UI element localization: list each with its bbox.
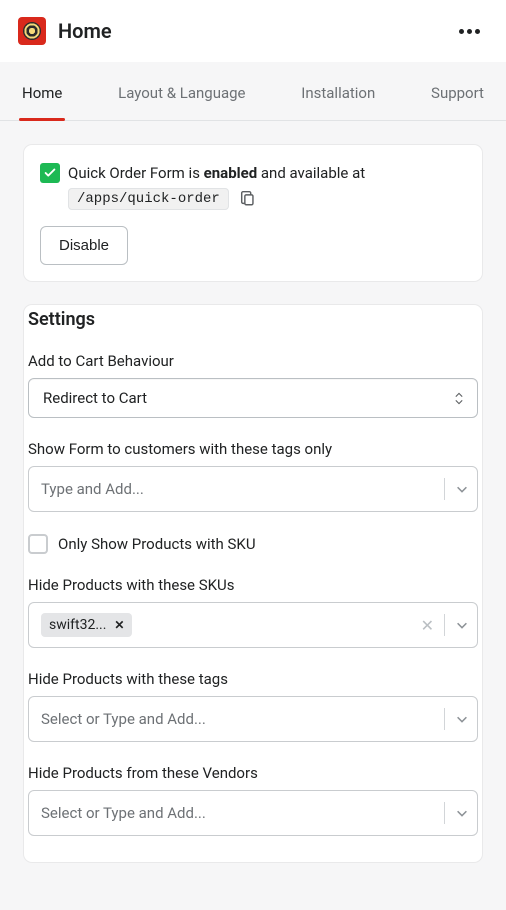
- hide-vendors-label: Hide Products from these Vendors: [28, 764, 478, 782]
- hide-vendors-combo[interactable]: Select or Type and Add...: [28, 790, 478, 836]
- chevron-down-icon[interactable]: [455, 618, 469, 632]
- settings-card: Settings Add to Cart Behaviour Redirect …: [24, 305, 482, 862]
- header-left: Home: [18, 17, 112, 45]
- hide-tags-label: Hide Products with these tags: [28, 670, 478, 688]
- chevron-down-icon[interactable]: [455, 712, 469, 726]
- field-hide-tags: Hide Products with these tags Select or …: [28, 670, 478, 742]
- cart-label: Add to Cart Behaviour: [28, 352, 478, 370]
- cart-select-value: Redirect to Cart: [43, 389, 147, 407]
- show-tags-combo[interactable]: Type and Add...: [28, 466, 478, 512]
- hide-skus-combo[interactable]: swift32... ✕ ✕: [28, 602, 478, 648]
- status-suffix: and available at: [257, 164, 365, 182]
- sku-checkbox[interactable]: [28, 534, 48, 554]
- tab-home[interactable]: Home: [22, 62, 62, 120]
- tab-bar: Home Layout & Language Installation Supp…: [0, 62, 506, 121]
- clear-icon[interactable]: ✕: [421, 616, 434, 635]
- cart-select[interactable]: Redirect to Cart: [28, 378, 478, 418]
- sku-chip: swift32... ✕: [41, 613, 132, 637]
- disable-button[interactable]: Disable: [40, 226, 128, 265]
- more-menu-icon[interactable]: [451, 21, 488, 42]
- app-header: Home: [0, 0, 506, 62]
- field-hide-vendors: Hide Products from these Vendors Select …: [28, 764, 478, 836]
- select-arrows-icon: [455, 392, 463, 405]
- divider: [444, 478, 445, 500]
- divider: [444, 802, 445, 824]
- hide-skus-label: Hide Products with these SKUs: [28, 576, 478, 594]
- copy-icon[interactable]: [239, 189, 257, 207]
- show-tags-placeholder: Type and Add...: [41, 480, 144, 498]
- app-path: /apps/quick-order: [68, 188, 229, 210]
- chevron-down-icon[interactable]: [455, 482, 469, 496]
- tab-installation[interactable]: Installation: [301, 62, 375, 120]
- hide-tags-placeholder: Select or Type and Add...: [41, 710, 206, 728]
- tab-layout[interactable]: Layout & Language: [118, 62, 245, 120]
- page-title: Home: [58, 19, 112, 43]
- field-hide-skus: Hide Products with these SKUs swift32...…: [28, 576, 478, 648]
- chip-remove-icon[interactable]: ✕: [114, 618, 124, 632]
- show-tags-label: Show Form to customers with these tags o…: [28, 440, 478, 458]
- field-cart-behaviour: Add to Cart Behaviour Redirect to Cart: [28, 352, 478, 418]
- sku-chip-text: swift32...: [49, 617, 106, 633]
- divider: [444, 614, 445, 636]
- check-icon: [40, 163, 60, 183]
- sku-checkbox-label: Only Show Products with SKU: [58, 535, 256, 553]
- chevron-down-icon[interactable]: [455, 806, 469, 820]
- status-bold: enabled: [204, 164, 258, 182]
- sku-checkbox-row: Only Show Products with SKU: [28, 534, 478, 554]
- status-prefix: Quick Order Form is: [68, 164, 204, 182]
- divider: [444, 708, 445, 730]
- status-text: Quick Order Form is enabled and availabl…: [68, 161, 466, 210]
- field-show-tags: Show Form to customers with these tags o…: [28, 440, 478, 512]
- status-card: Quick Order Form is enabled and availabl…: [24, 145, 482, 281]
- hide-tags-combo[interactable]: Select or Type and Add...: [28, 696, 478, 742]
- hide-vendors-placeholder: Select or Type and Add...: [41, 804, 206, 822]
- settings-title: Settings: [28, 309, 478, 330]
- app-logo: [18, 17, 46, 45]
- tab-support[interactable]: Support: [431, 62, 484, 120]
